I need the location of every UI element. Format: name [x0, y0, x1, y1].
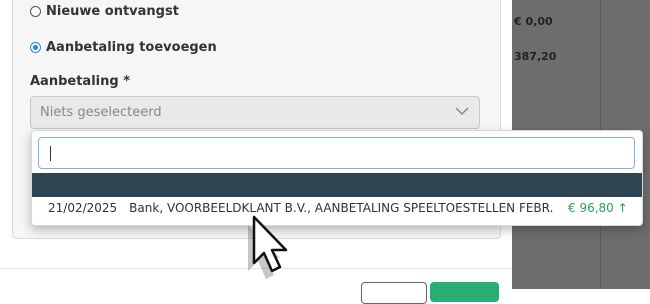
option-date: 21/02/2025: [48, 201, 118, 215]
payment-field-label: Aanbetaling *: [30, 74, 130, 89]
radio-unchecked-icon[interactable]: [30, 6, 41, 17]
mouse-pointer-icon: [248, 215, 288, 279]
radio-add-payment[interactable]: Aanbetaling toevoegen: [30, 40, 217, 55]
confirm-button[interactable]: [430, 282, 499, 302]
dropdown-option[interactable]: 21/02/2025 Bank, VOORBEELDKLANT B.V., AA…: [48, 201, 553, 215]
chevron-down-icon: [455, 107, 469, 116]
cancel-button[interactable]: [361, 282, 427, 304]
background-value-2: 387,20: [514, 50, 557, 63]
radio-new-receipt[interactable]: Nieuwe ontvangst: [30, 4, 179, 19]
text-caret: [50, 146, 51, 161]
option-amount: € 96,80 ↑: [568, 201, 628, 215]
option-description: Bank, VOORBEELDKLANT B.V., AANBETALING S…: [129, 201, 554, 215]
radio-checked-icon[interactable]: [30, 42, 41, 53]
payment-dropdown: 21/02/2025 Bank, VOORBEELDKLANT B.V., AA…: [31, 130, 643, 226]
background-value-1: € 0,00: [514, 15, 553, 28]
payment-select[interactable]: Niets geselecteerd: [30, 96, 480, 129]
dropdown-highlight-row[interactable]: [32, 173, 642, 197]
payment-select-placeholder: Niets geselecteerd: [40, 105, 162, 120]
dropdown-search-input[interactable]: [38, 137, 635, 169]
radio-add-payment-label: Aanbetaling toevoegen: [46, 40, 217, 55]
radio-new-receipt-label: Nieuwe ontvangst: [46, 4, 179, 19]
